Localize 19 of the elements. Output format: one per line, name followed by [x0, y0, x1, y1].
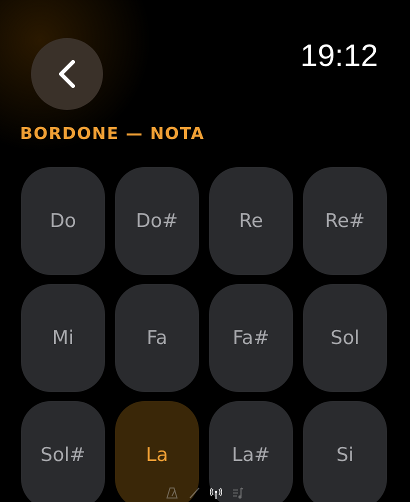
- note-button[interactable]: Sol#: [21, 400, 105, 502]
- metronome-icon[interactable]: [166, 487, 178, 499]
- note-button[interactable]: Re: [209, 166, 293, 275]
- note-button[interactable]: Fa: [115, 284, 199, 392]
- note-button[interactable]: La: [115, 400, 199, 502]
- note-button[interactable]: Do#: [115, 166, 199, 275]
- back-icon: [58, 59, 76, 89]
- note-button[interactable]: Re#: [303, 166, 387, 275]
- pencil-icon[interactable]: [188, 487, 200, 499]
- antenna-icon[interactable]: [210, 487, 222, 499]
- note-button[interactable]: Do: [21, 166, 105, 275]
- note-button[interactable]: Mi: [21, 284, 105, 392]
- clock-time: 19:12: [300, 40, 378, 71]
- note-button[interactable]: Sol: [303, 284, 387, 392]
- music-list-icon[interactable]: [232, 487, 244, 499]
- note-button[interactable]: La#: [209, 400, 293, 502]
- section-title: BORDONE — NOTA: [19, 123, 206, 145]
- note-button[interactable]: Fa#: [209, 284, 293, 392]
- note-button[interactable]: Si: [303, 400, 387, 502]
